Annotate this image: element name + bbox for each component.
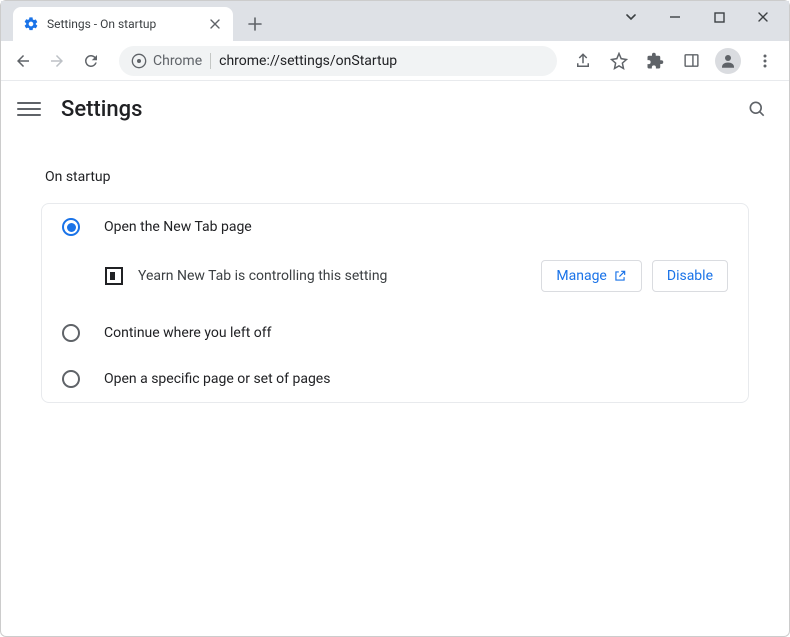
menu-toggle-icon[interactable] (17, 97, 41, 121)
extension-app-icon (104, 266, 124, 286)
chevron-down-icon[interactable] (621, 7, 641, 27)
radio-selected-icon (62, 218, 80, 236)
close-window-button[interactable] (753, 7, 773, 27)
back-button[interactable] (9, 47, 37, 75)
search-icon[interactable] (745, 97, 769, 121)
scheme-label: Chrome (153, 53, 202, 69)
minimize-button[interactable] (665, 7, 685, 27)
extensions-icon[interactable] (643, 49, 667, 73)
tab-title: Settings - On startup (47, 17, 199, 31)
option-label: Open a specific page or set of pages (104, 371, 330, 387)
url-text: chrome://settings/onStartup (219, 53, 397, 69)
page-title: Settings (61, 97, 142, 122)
manage-button[interactable]: Manage (541, 260, 641, 292)
gear-icon (23, 16, 39, 32)
close-tab-icon[interactable] (207, 16, 223, 32)
forward-button[interactable] (43, 47, 71, 75)
bookmark-icon[interactable] (607, 49, 631, 73)
reload-button[interactable] (77, 47, 105, 75)
open-external-icon (613, 269, 627, 283)
window-titlebar: Settings - On startup (1, 1, 789, 41)
disable-button[interactable]: Disable (652, 260, 728, 292)
startup-card: Open the New Tab page Yearn New Tab is c… (41, 203, 749, 403)
radio-unselected-icon (62, 370, 80, 388)
option-label: Open the New Tab page (104, 219, 252, 235)
extension-notice-text: Yearn New Tab is controlling this settin… (138, 268, 527, 284)
settings-header: Settings (1, 81, 789, 137)
option-label: Continue where you left off (104, 325, 272, 341)
section-title: On startup (45, 169, 749, 185)
menu-icon[interactable] (753, 49, 777, 73)
side-panel-icon[interactable] (679, 49, 703, 73)
new-tab-button[interactable] (241, 10, 269, 38)
manage-label: Manage (556, 268, 606, 284)
omnibox-divider (210, 53, 211, 69)
profile-avatar[interactable] (715, 48, 741, 74)
settings-content: On startup Open the New Tab page Yearn N… (1, 137, 789, 423)
extension-notice: Yearn New Tab is controlling this settin… (42, 250, 748, 310)
maximize-button[interactable] (709, 7, 729, 27)
share-icon[interactable] (571, 49, 595, 73)
site-info-icon[interactable]: Chrome (131, 53, 202, 69)
browser-tab[interactable]: Settings - On startup (13, 7, 233, 41)
option-specific-pages[interactable]: Open a specific page or set of pages (42, 356, 748, 402)
option-continue[interactable]: Continue where you left off (42, 310, 748, 356)
address-bar[interactable]: Chrome chrome://settings/onStartup (119, 46, 557, 76)
window-controls (611, 1, 783, 33)
browser-toolbar: Chrome chrome://settings/onStartup (1, 41, 789, 81)
radio-unselected-icon (62, 324, 80, 342)
disable-label: Disable (667, 268, 713, 284)
option-new-tab[interactable]: Open the New Tab page (42, 204, 748, 250)
